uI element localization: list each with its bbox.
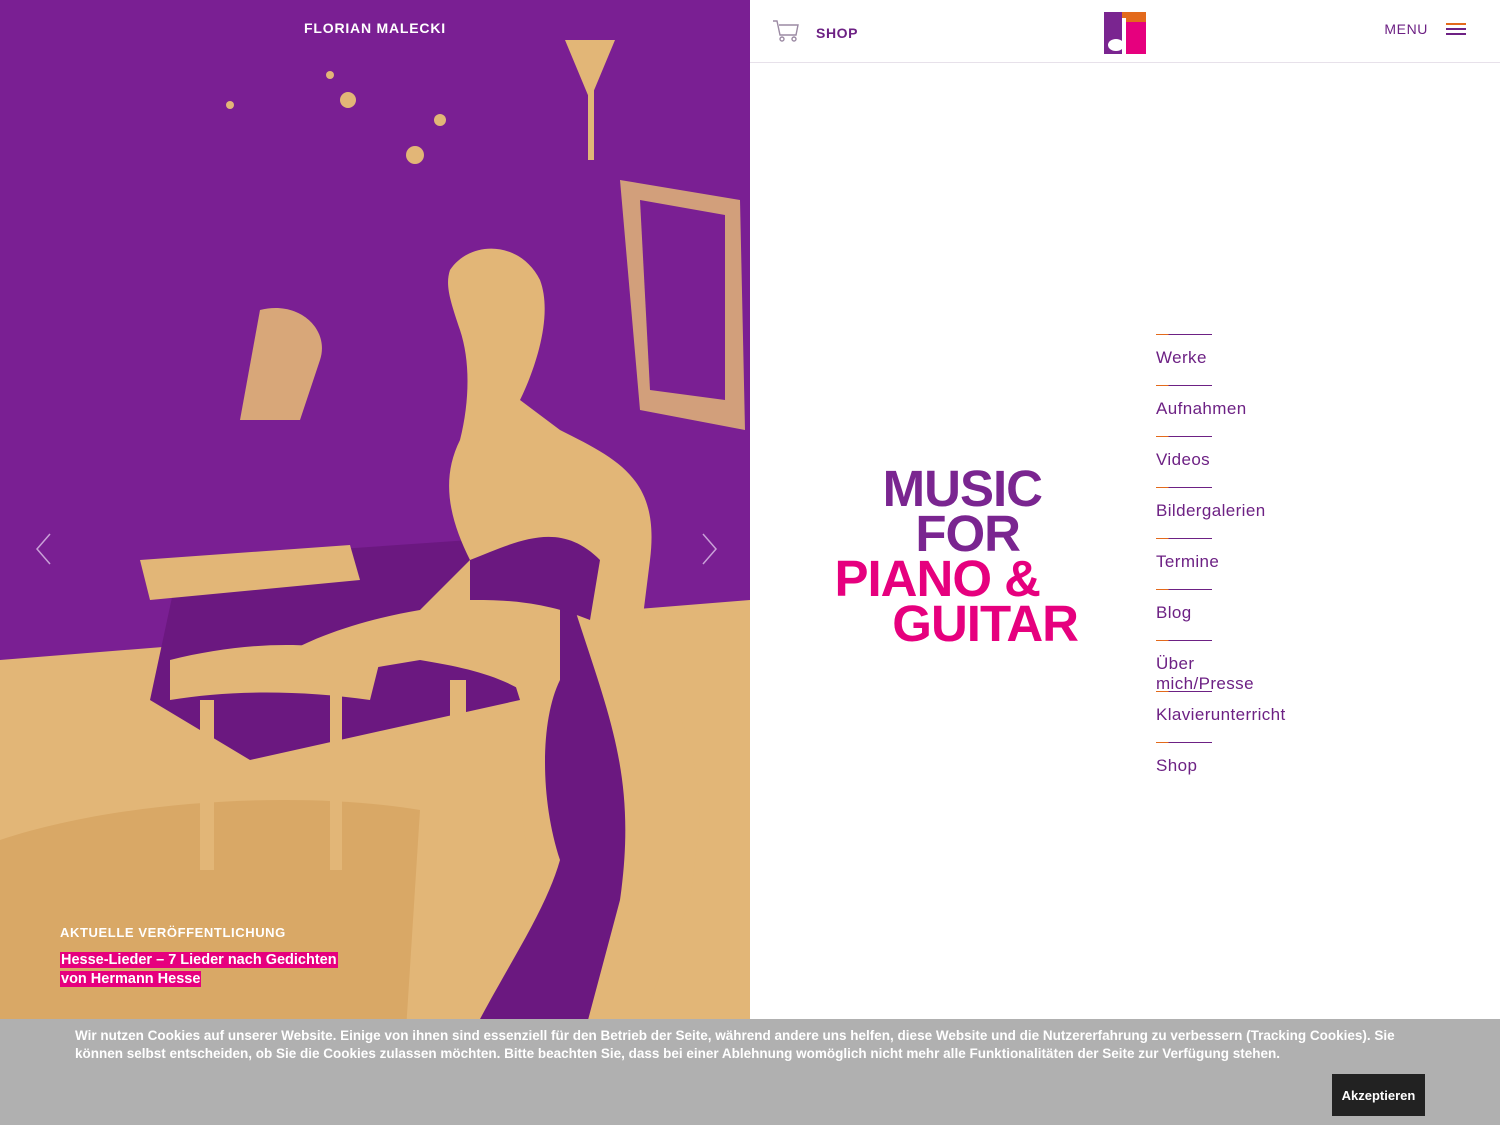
- nav-item-label[interactable]: Termine: [1156, 552, 1219, 572]
- site-brand[interactable]: FLORIAN MALECKI: [0, 20, 750, 36]
- menu-label: MENU: [1384, 21, 1428, 37]
- shop-link[interactable]: SHOP: [772, 18, 858, 47]
- nav-item-label[interactable]: Videos: [1156, 450, 1210, 470]
- cookie-banner: Wir nutzen Cookies auf unserer Website. …: [0, 1019, 1500, 1125]
- music-for-piano-guitar-wordmark: MUSIC FOR PIANO & GUITAR: [790, 463, 1090, 652]
- chevron-right-icon[interactable]: [699, 532, 719, 566]
- chevron-left-icon[interactable]: [34, 532, 54, 566]
- nav-item-label[interactable]: Klavierunterricht: [1156, 705, 1286, 725]
- nav-item-label[interactable]: Bildergalerien: [1156, 501, 1266, 521]
- nav-item-label[interactable]: Werke: [1156, 348, 1207, 368]
- cookie-text: Wir nutzen Cookies auf unserer Website. …: [75, 1028, 1395, 1061]
- release-label: AKTUELLE VERÖFFENTLICHUNG: [60, 925, 286, 940]
- release-title-text[interactable]: Hesse-Lieder – 7 Lieder nach Gedichten v…: [60, 952, 338, 987]
- nav-item-label[interactable]: Über mich/Presse: [1156, 654, 1254, 694]
- hero-slider: FLORIAN MALECKI AKTUELLE VERÖFFENTLICHUN…: [0, 0, 750, 1125]
- nav-item-label[interactable]: Shop: [1156, 756, 1197, 776]
- accept-cookies-button[interactable]: Akzeptieren: [1332, 1074, 1425, 1116]
- cart-icon: [772, 18, 800, 47]
- hamburger-icon: [1446, 22, 1466, 36]
- release-title-link[interactable]: Hesse-Lieder – 7 Lieder nach Gedichten v…: [60, 951, 350, 989]
- nav-item-label[interactable]: Aufnahmen: [1156, 399, 1247, 419]
- site-logo[interactable]: [1104, 12, 1146, 54]
- nav-item-label[interactable]: Blog: [1156, 603, 1192, 623]
- top-bar: SHOP MENU: [750, 0, 1500, 63]
- wordmark-line-4: GUITAR: [892, 595, 1079, 652]
- menu-toggle[interactable]: MENU: [1384, 21, 1466, 37]
- shop-label: SHOP: [816, 24, 859, 41]
